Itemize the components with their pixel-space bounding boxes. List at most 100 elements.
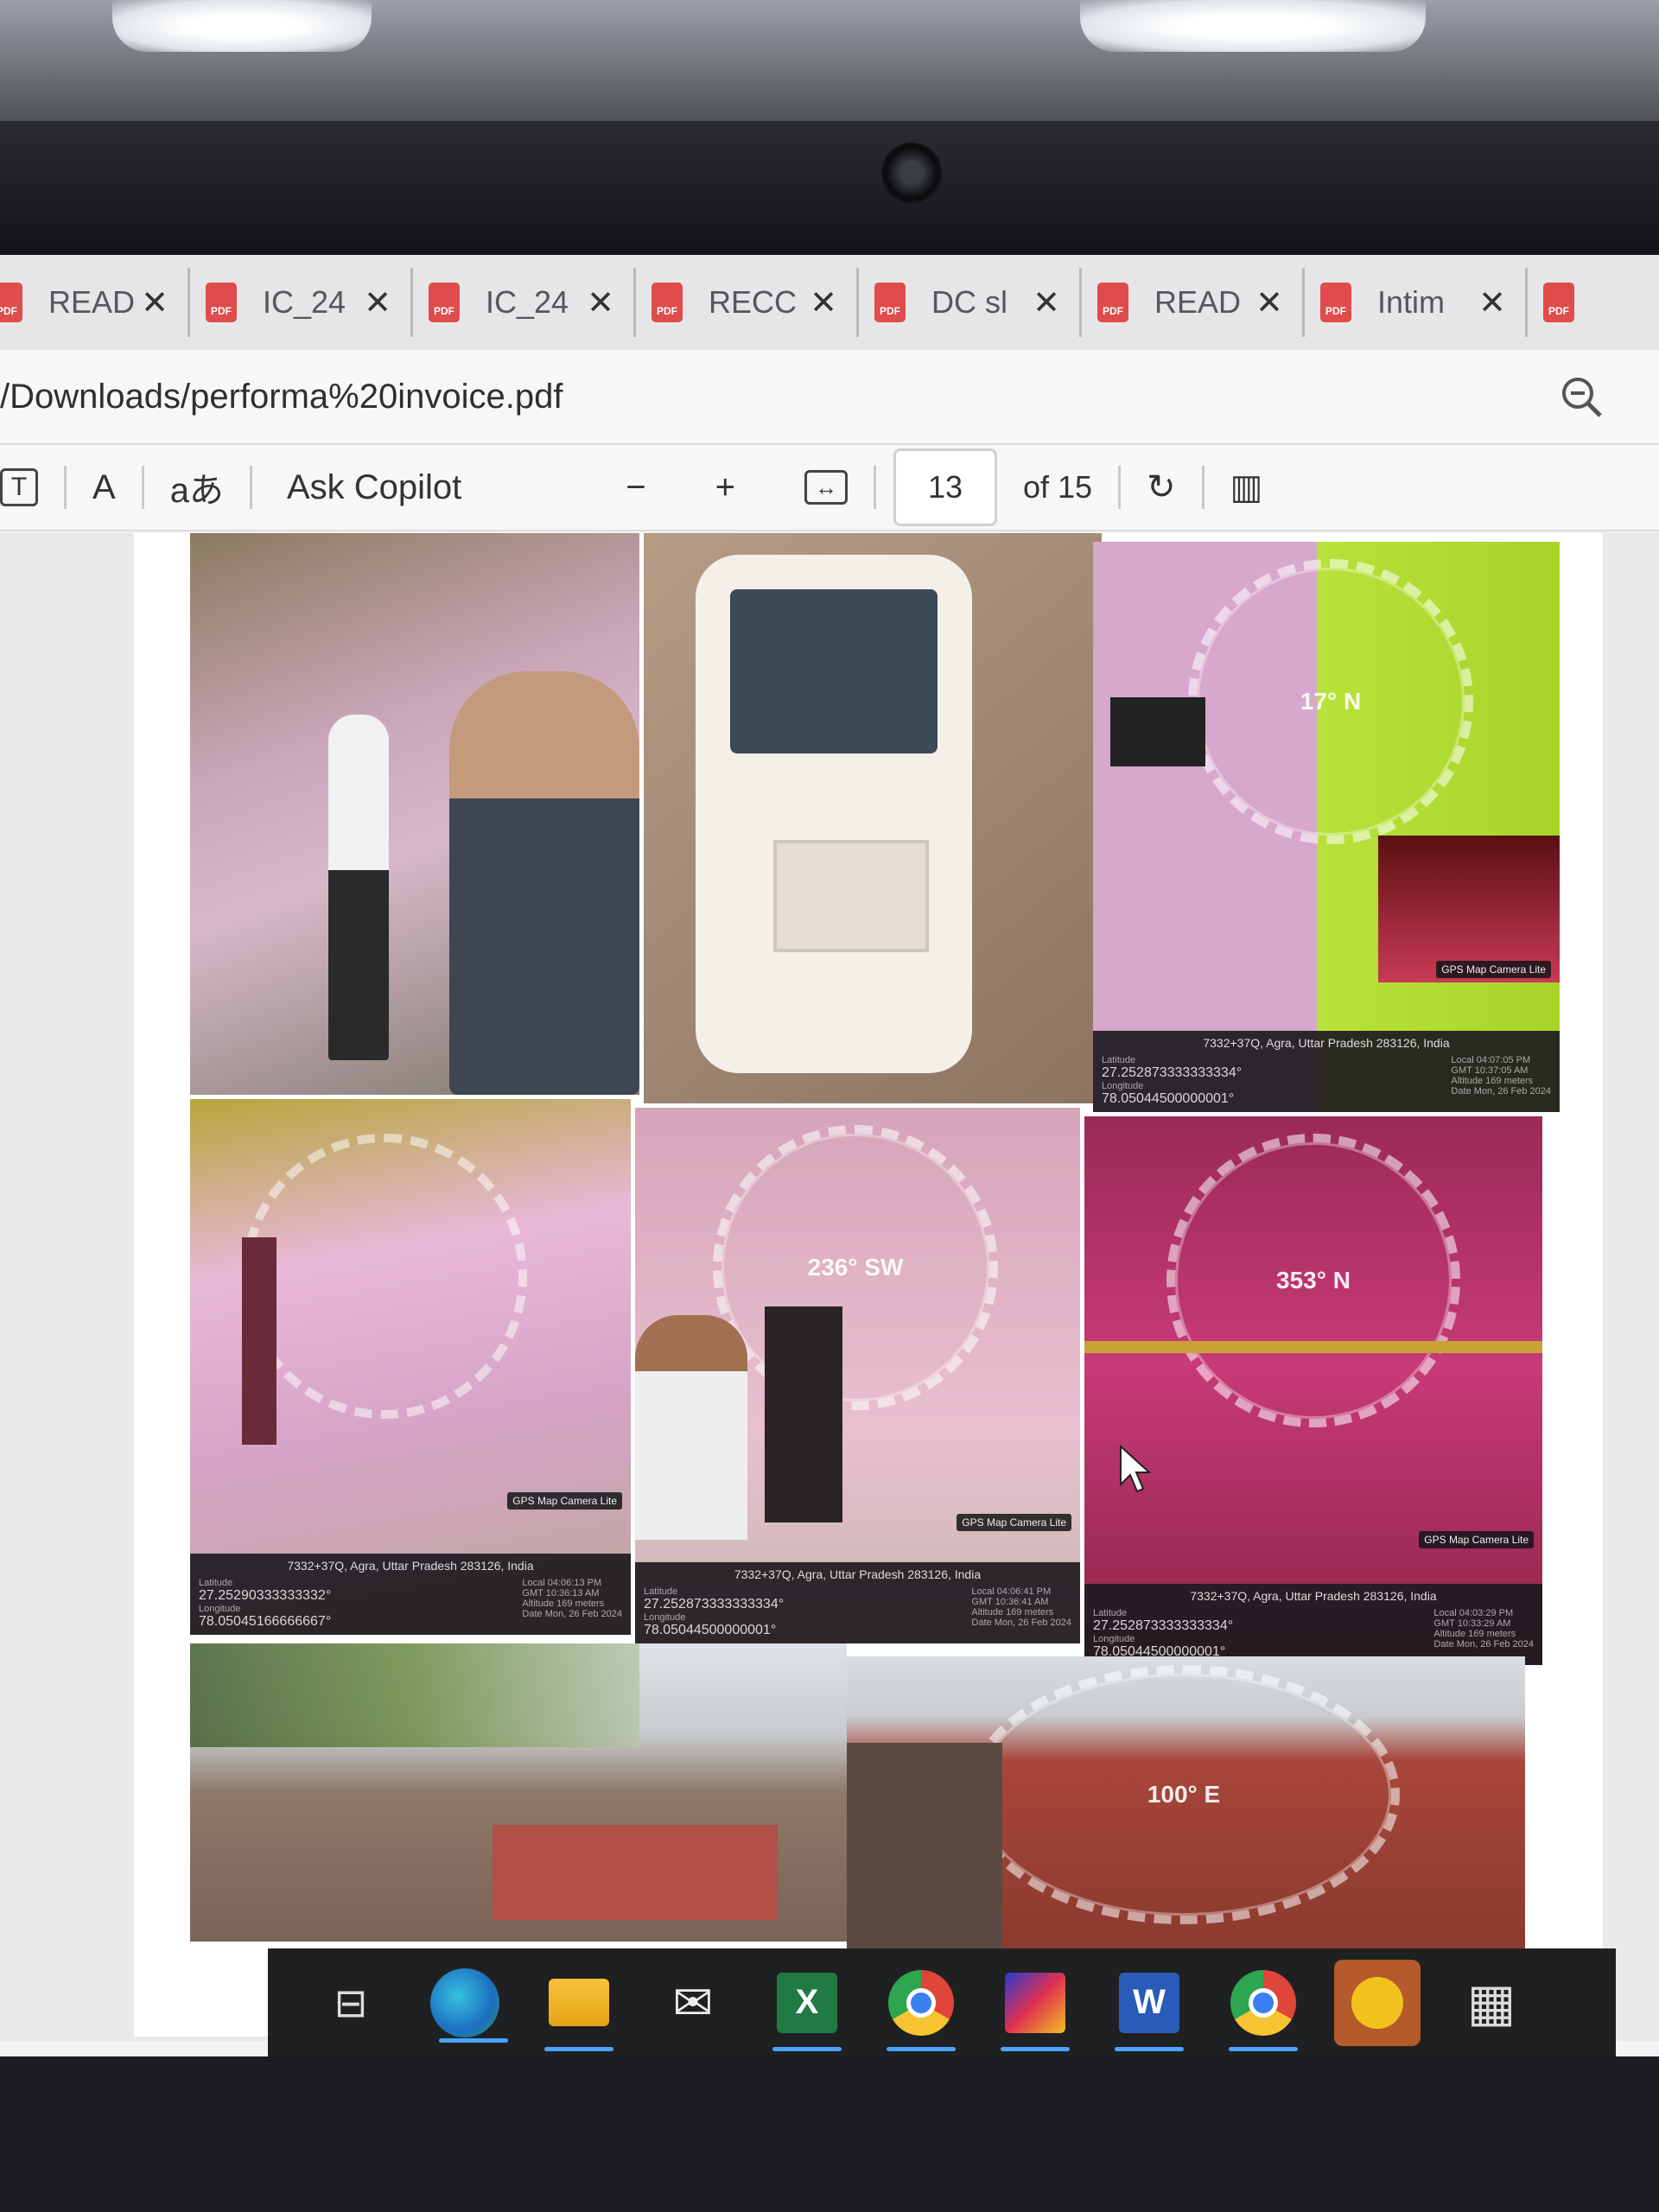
pdf-icon: PDF [0, 283, 22, 322]
doorway [847, 1743, 1002, 1955]
browser-tab[interactable]: PDF [1528, 268, 1597, 337]
close-icon[interactable]: ✕ [1475, 283, 1510, 322]
compass-overlay: 353° N [1166, 1134, 1460, 1427]
pdf-icon: PDF [652, 283, 683, 322]
norton-icon[interactable] [1334, 1959, 1421, 2046]
gmt-label: GMT [1433, 1618, 1455, 1629]
active-indicator [772, 2046, 842, 2051]
local-time: 04:03:29 PM [1459, 1608, 1514, 1618]
meter-display [730, 589, 938, 753]
chrome-ring [888, 1969, 954, 2036]
text-tool-icon[interactable]: T [0, 468, 64, 506]
tv [1110, 697, 1205, 766]
latitude: 27.25290333333332° [199, 1588, 332, 1603]
chrome-icon[interactable] [878, 1960, 964, 2051]
gps-badge: GPS Map Camera Lite [507, 1492, 622, 1510]
compass-overlay: 17° N [1188, 559, 1473, 844]
lat-label: Latitude [644, 1586, 678, 1597]
browser-tab[interactable]: PDF IC_24 ✕ [190, 268, 413, 337]
local-time: 04:07:05 PM [1476, 1055, 1531, 1065]
zoom-out-icon[interactable] [1555, 371, 1607, 423]
translate-icon[interactable]: aあ [144, 462, 250, 512]
gmt-label: GMT [522, 1588, 543, 1599]
word-icon[interactable]: W [1106, 1960, 1192, 2051]
paint-glyph [1005, 1972, 1065, 2033]
edge-icon[interactable] [430, 1967, 508, 2043]
excel-icon[interactable]: X [764, 1960, 850, 2051]
mail-icon[interactable]: ✉ [650, 1960, 736, 2046]
browser-tab[interactable]: PDF Intim ✕ [1305, 268, 1528, 337]
paint-icon[interactable] [992, 1960, 1078, 2051]
latitude: 27.252873333333334° [1102, 1065, 1243, 1080]
excel-glyph: X [777, 1972, 837, 2033]
gmt-time: 10:36:13 AM [545, 1588, 600, 1599]
compass-overlay: 100° E [968, 1665, 1400, 1924]
alt-label: Altitude [1451, 1076, 1484, 1086]
gps-badge: GPS Map Camera Lite [1419, 1531, 1534, 1548]
local-label: Local [1433, 1608, 1457, 1618]
gps-caption: 7332+37Q, Agra, Uttar Pradesh 283126, In… [635, 1562, 1080, 1643]
lon-label: Longitude [1102, 1081, 1144, 1091]
webcam [881, 143, 942, 203]
file-explorer-icon[interactable] [536, 1960, 622, 2051]
date: Mon, 26 Feb 2024 [1456, 1639, 1534, 1649]
tree-canopy [190, 1643, 639, 1747]
lat-label: Latitude [1093, 1608, 1128, 1618]
pdf-icon: PDF [206, 283, 237, 322]
word-glyph: W [1119, 1972, 1179, 2033]
page-layout-icon[interactable]: ▥ [1205, 467, 1289, 507]
page-count: of 15 [1022, 469, 1093, 505]
chrome-icon[interactable] [1220, 1960, 1306, 2051]
browser-tab[interactable]: PDF READ ✕ [0, 268, 190, 337]
zoom-out-button[interactable]: − [600, 468, 671, 507]
close-icon[interactable]: ✕ [137, 283, 172, 322]
person-figure [449, 671, 639, 1095]
laptop-screen: PDF READ ✕ PDF IC_24 ✕ PDF IC_24 ✕ PDF R… [0, 255, 1659, 2056]
date-label: Date [1433, 1639, 1454, 1649]
close-icon[interactable]: ✕ [360, 283, 395, 322]
close-icon[interactable]: ✕ [1252, 283, 1287, 322]
browser-tab[interactable]: PDF RECC ✕ [636, 268, 859, 337]
zoom-in-button[interactable]: + [672, 468, 761, 507]
date: Mon, 26 Feb 2024 [994, 1618, 1071, 1628]
pdf-toolbar: T A aあ Ask Copilot − + ↔ 13 of 15 ↻ ▥ [0, 445, 1659, 531]
fit-width-glyph: ↔ [804, 470, 848, 505]
latitude: 27.252873333333334° [644, 1597, 785, 1611]
gps-badge: GPS Map Camera Lite [1436, 961, 1551, 978]
tab-title: RECC [709, 284, 798, 320]
browser-tab[interactable]: PDF READ ✕ [1082, 268, 1305, 337]
address-bar[interactable]: /Downloads/performa%20invoice.pdf [0, 350, 1659, 445]
calculator-icon[interactable]: ▦ [1448, 1960, 1535, 2046]
close-icon[interactable]: ✕ [583, 283, 618, 322]
fit-width-icon[interactable]: ↔ [761, 470, 874, 505]
url-text[interactable]: /Downloads/performa%20invoice.pdf [0, 378, 1555, 416]
ask-copilot-button[interactable]: Ask Copilot [252, 468, 496, 507]
browser-tab[interactable]: PDF DC sl ✕ [859, 268, 1082, 337]
gps-caption: 7332+37Q, Agra, Uttar Pradesh 283126, In… [1093, 1031, 1560, 1112]
altitude: 169 meters [556, 1599, 605, 1609]
pdf-icon: PDF [1543, 283, 1574, 322]
compass-overlay: 236° SW [713, 1125, 998, 1410]
read-aloud-icon[interactable]: A [67, 468, 142, 507]
rotate-icon[interactable]: ↻ [1121, 467, 1202, 507]
close-icon[interactable]: ✕ [806, 283, 841, 322]
altitude: 169 meters [1006, 1607, 1054, 1618]
active-indicator [1115, 2046, 1184, 2051]
browser-tab[interactable]: PDF IC_24 ✕ [413, 268, 636, 337]
tab-title: READ [48, 284, 136, 320]
pdf-page: 17° N GPS Map Camera Lite 7332+37Q, Agra… [134, 533, 1603, 2037]
ceiling-light [1080, 0, 1426, 52]
local-label: Local [1451, 1055, 1474, 1065]
page-number-input[interactable]: 13 [893, 448, 997, 526]
active-indicator [439, 2037, 508, 2043]
taskbar: ⊟ ✉ X W ▦ [268, 1948, 1616, 2056]
text-tool-glyph: T [0, 468, 38, 506]
close-icon[interactable]: ✕ [1029, 283, 1064, 322]
task-view-icon[interactable]: ⊟ [308, 1960, 394, 2046]
chrome-center [906, 1987, 936, 2018]
tab-title: READ [1154, 284, 1242, 320]
lat-label: Latitude [199, 1578, 233, 1588]
altitude: 169 meters [1485, 1076, 1534, 1086]
pdf-viewer[interactable]: 17° N GPS Map Camera Lite 7332+37Q, Agra… [0, 533, 1659, 2041]
gps-address: 7332+37Q, Agra, Uttar Pradesh 283126, In… [1203, 1036, 1450, 1050]
